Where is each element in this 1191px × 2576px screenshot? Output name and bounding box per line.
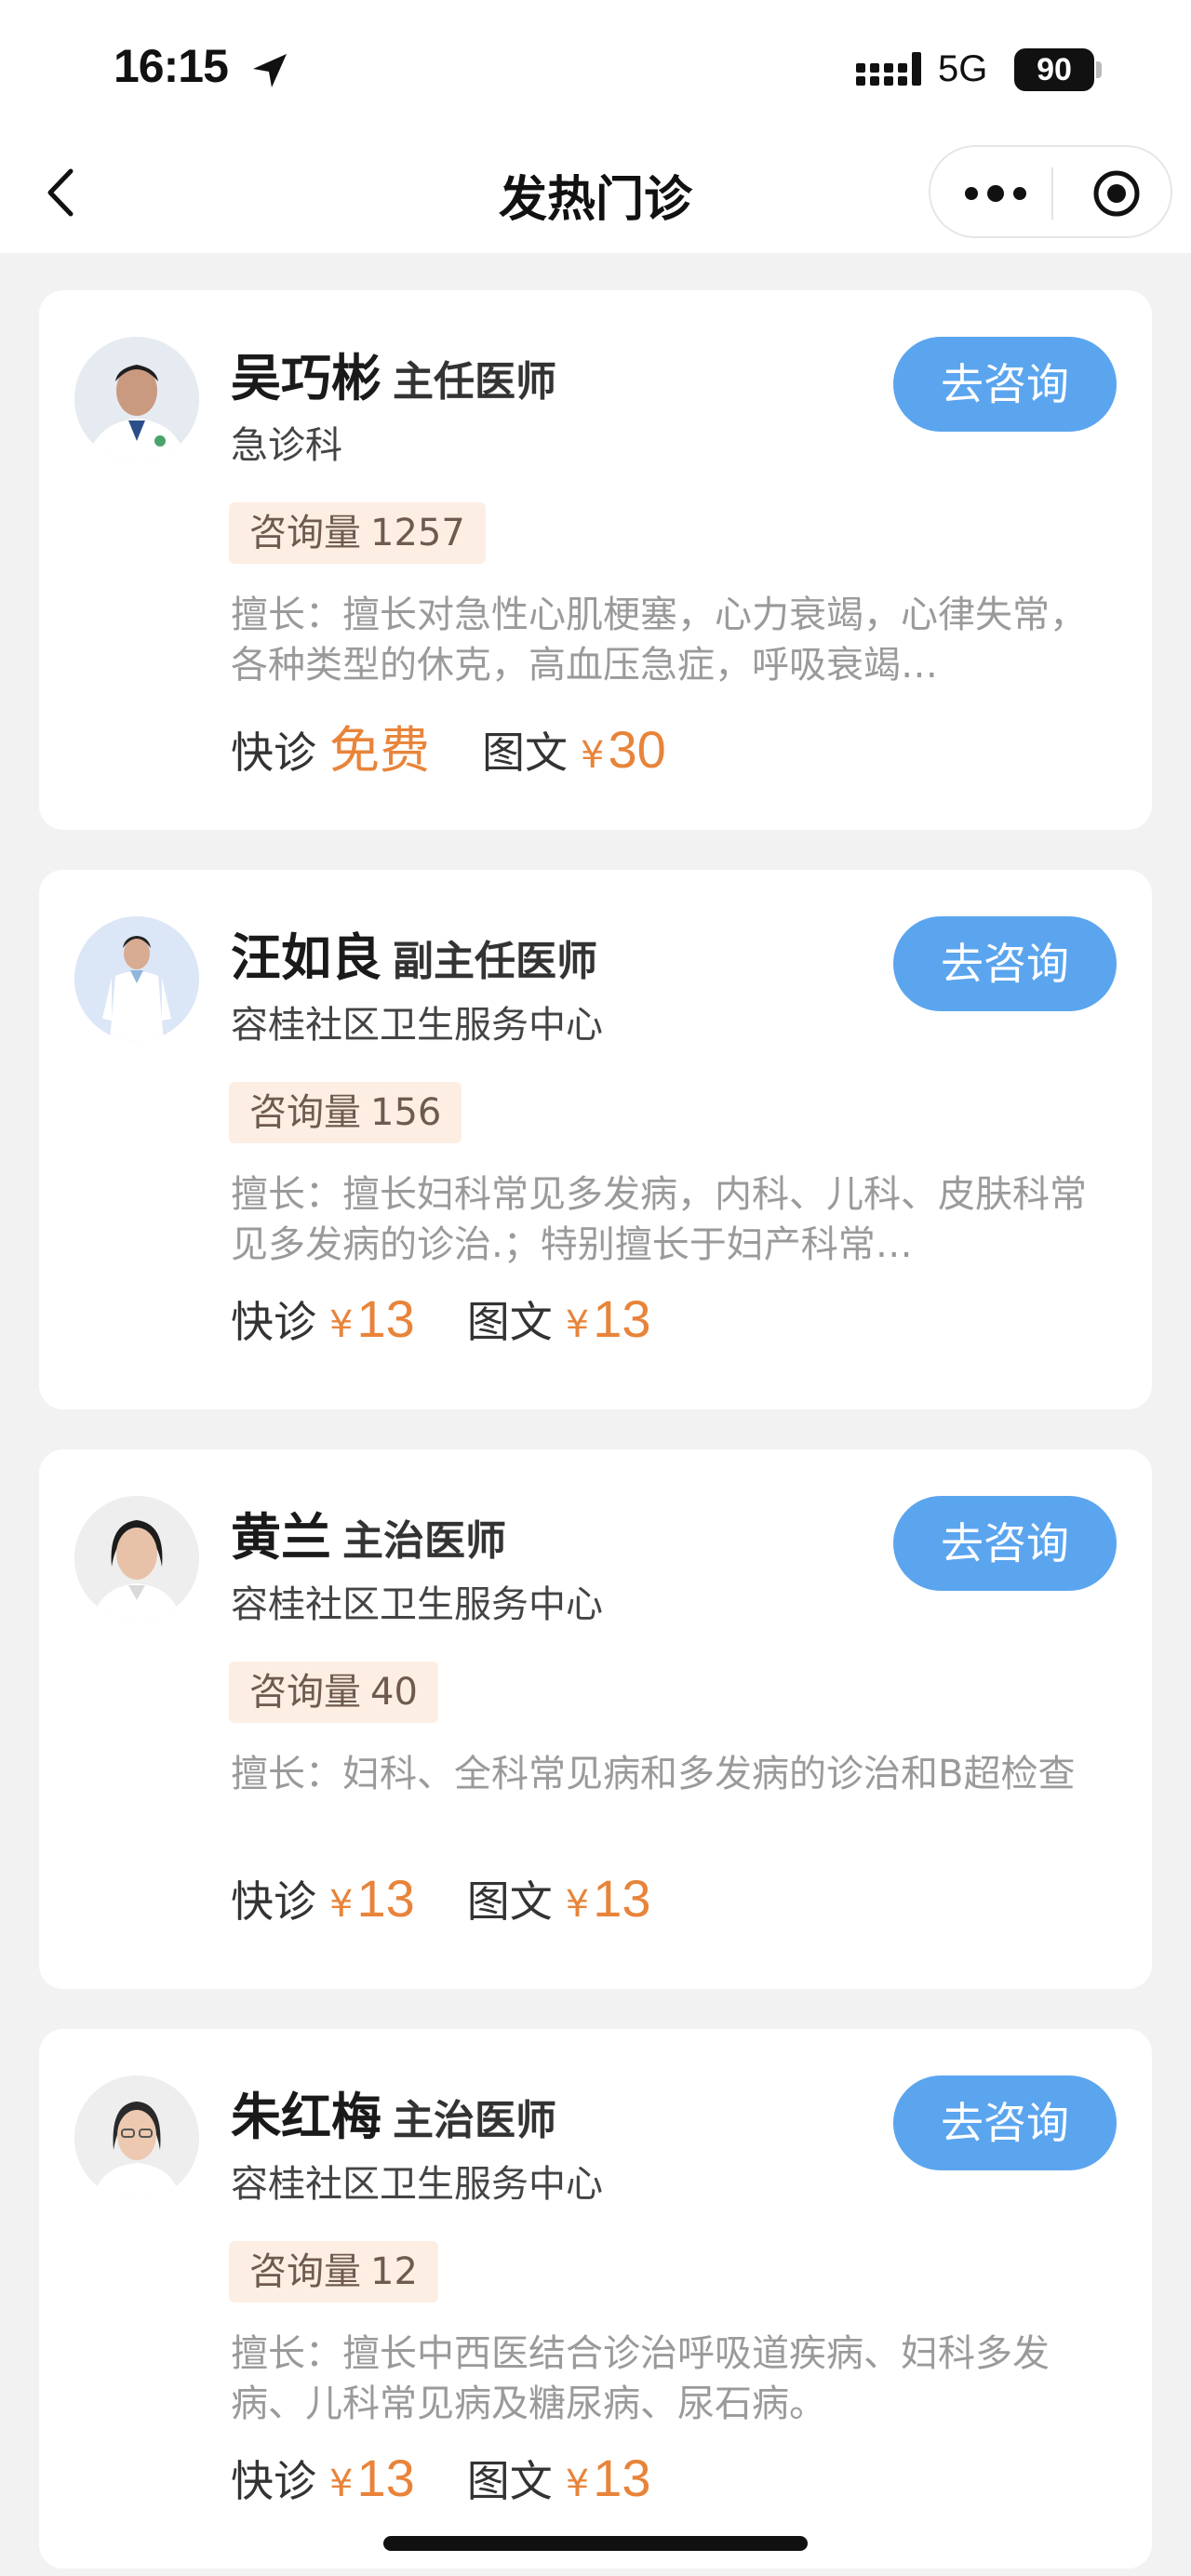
doctor-photo-icon (74, 1496, 199, 1621)
close-target-icon[interactable] (1089, 166, 1144, 221)
status-time: 16:15 (114, 40, 229, 92)
consult-count-value: 156 (370, 1091, 442, 1134)
doctor-name-text: 朱红梅 (231, 2088, 381, 2146)
consult-button[interactable]: 去咨询 (893, 1496, 1117, 1591)
mini-program-capsule (929, 145, 1172, 238)
doctor-title: 副主任医师 (393, 938, 597, 985)
doctor-title: 主治医师 (342, 1517, 506, 1565)
doctor-photo-icon (74, 337, 199, 461)
consult-count-badge: 咨询量 1257 (229, 502, 486, 564)
consult-count-label: 咨询量 (249, 1671, 361, 1714)
quick-consult-label: 快诊 (231, 2456, 316, 2506)
price-row: 快诊 ¥ 13 图文 ¥ 13 (231, 1288, 651, 1354)
text-consult-price: 30 (608, 720, 666, 779)
doctor-avatar (74, 1496, 199, 1621)
capsule-divider (1051, 167, 1053, 220)
consult-count-label: 咨询量 (249, 512, 361, 554)
price-row: 快诊 免费 图文 ¥ 30 (231, 709, 666, 780)
doctor-name-text: 吴巧彬 (231, 349, 381, 407)
doctor-avatar (74, 2075, 199, 2200)
price-row: 快诊 ¥ 13 图文 ¥ 13 (231, 1868, 651, 1933)
battery-tip (1096, 61, 1102, 78)
doctor-expertise: 擅长：擅长对急性心肌梗塞，心力衰竭，心律失常，各种类型的休克，高血压急症，呼吸衰… (231, 594, 1087, 687)
signal-icon (856, 52, 921, 86)
more-dots-icon[interactable] (958, 167, 1033, 220)
doctor-name: 吴巧彬 主任医师 (231, 337, 556, 410)
consult-button[interactable]: 去咨询 (893, 337, 1117, 432)
doctor-avatar (74, 916, 199, 1041)
doctor-photo-icon (74, 916, 199, 1041)
quick-consult-label: 快诊 (231, 727, 316, 778)
consult-count-badge: 咨询量 40 (229, 1662, 438, 1723)
currency-symbol: ¥ (329, 1303, 354, 1346)
location-arrow-icon (253, 54, 287, 87)
quick-consult-price: 13 (356, 1289, 415, 1348)
quick-consult-price: 13 (356, 1869, 415, 1928)
doctor-title: 主任医师 (393, 358, 556, 406)
consult-button[interactable]: 去咨询 (893, 2075, 1117, 2170)
doctor-card[interactable]: 汪如良 副主任医师 容桂社区卫生服务中心 去咨询 咨询量 156 擅长：擅长妇科常见… (39, 870, 1152, 1409)
quick-consult-price: 13 (356, 2449, 415, 2507)
text-consult-price: 13 (593, 1289, 651, 1348)
consult-count-value: 12 (370, 2250, 418, 2293)
consult-count-label: 咨询量 (249, 1091, 361, 1134)
text-consult-label: 图文 (466, 2456, 553, 2506)
battery-icon: 90 (1014, 48, 1094, 91)
doctor-department: 容桂社区卫生服务中心 (231, 1004, 603, 1047)
currency-symbol: ¥ (329, 1883, 354, 1926)
consult-button[interactable]: 去咨询 (893, 916, 1117, 1011)
doctor-department: 容桂社区卫生服务中心 (231, 2163, 603, 2206)
currency-symbol: ¥ (565, 1883, 590, 1926)
text-consult-price: 13 (593, 2449, 651, 2507)
quick-consult-price: 免费 (329, 721, 430, 780)
header: 16:15 5G 90 发热门诊 (0, 0, 1191, 253)
status-bar: 16:15 5G 90 (0, 0, 1191, 140)
consult-count-value: 1257 (370, 512, 465, 554)
currency-symbol: ¥ (565, 1303, 590, 1346)
consult-count-badge: 咨询量 12 (229, 2241, 438, 2302)
currency-symbol: ¥ (329, 2463, 354, 2505)
doctor-department: 容桂社区卫生服务中心 (231, 1583, 603, 1626)
home-indicator[interactable] (383, 2536, 808, 2551)
doctor-name-text: 黄兰 (231, 1508, 331, 1567)
text-consult-label: 图文 (466, 1876, 553, 1927)
consult-count-value: 40 (370, 1671, 418, 1714)
text-consult-price: 13 (593, 1869, 651, 1928)
doctor-expertise: 擅长：擅长中西医结合诊治呼吸道疾病、妇科多发病、儿科常见病及糖尿病、尿石病。 (231, 2332, 1050, 2425)
doctor-name: 朱红梅 主治医师 (231, 2075, 556, 2149)
currency-symbol: ¥ (581, 734, 605, 777)
doctor-name: 黄兰 主治医师 (231, 1496, 506, 1569)
quick-consult-label: 快诊 (231, 1876, 316, 1927)
price-row: 快诊 ¥ 13 图文 ¥ 13 (231, 2448, 651, 2513)
doctor-name: 汪如良 副主任医师 (231, 916, 597, 990)
doctor-name-text: 汪如良 (231, 928, 381, 987)
doctor-photo-icon (74, 2075, 199, 2200)
doctor-title: 主治医师 (393, 2097, 556, 2144)
text-consult-label: 图文 (466, 1297, 553, 1347)
doctor-card[interactable]: 吴巧彬 主任医师 急诊科 去咨询 咨询量 1257 擅长：擅长对急性心肌梗塞，心力衰… (39, 290, 1152, 830)
currency-symbol: ¥ (565, 2463, 590, 2505)
text-consult-label: 图文 (482, 727, 568, 778)
doctor-department: 急诊科 (231, 424, 342, 467)
doctor-card[interactable]: 黄兰 主治医师 容桂社区卫生服务中心 去咨询 咨询量 40 擅长：妇科、全科常见病和… (39, 1449, 1152, 1989)
consult-count-label: 咨询量 (249, 2250, 361, 2293)
doctor-avatar (74, 337, 199, 461)
quick-consult-label: 快诊 (231, 1297, 316, 1347)
doctor-expertise: 擅长：擅长妇科常见多发病，内科、儿科、皮肤科常见多发病的诊治.；特别擅长于妇产科… (231, 1173, 1087, 1266)
doctor-card[interactable]: 朱红梅 主治医师 容桂社区卫生服务中心 去咨询 咨询量 12 擅长：擅长中西医结合诊… (39, 2029, 1152, 2569)
network-type: 5G (938, 48, 988, 89)
consult-count-badge: 咨询量 156 (229, 1082, 462, 1143)
doctor-expertise: 擅长：妇科、全科常见病和多发病的诊治和B超检查 (231, 1753, 1076, 1795)
